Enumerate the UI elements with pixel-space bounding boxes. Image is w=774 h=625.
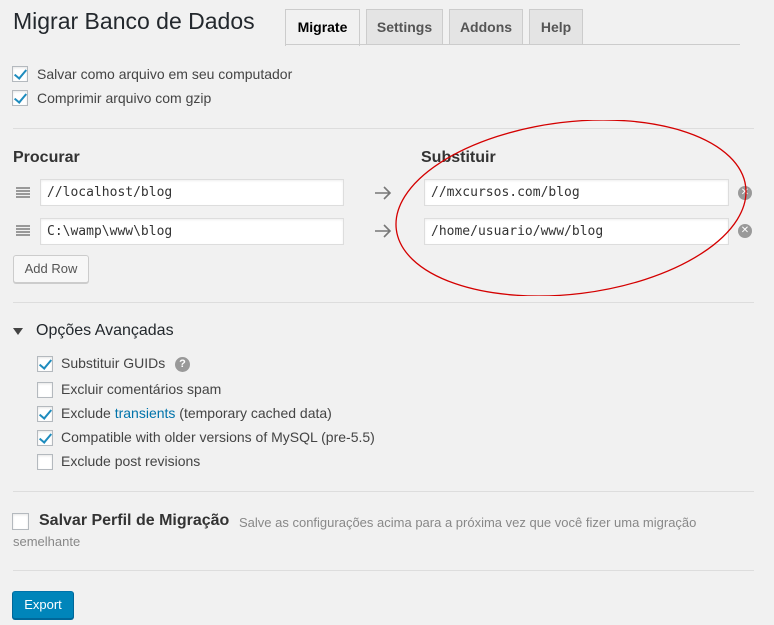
drag-handle-icon[interactable] [16, 187, 30, 198]
page-title: Migrar Banco de Dados [13, 8, 255, 34]
annotation-ellipse [395, 120, 747, 296]
export-button[interactable]: Export [12, 591, 74, 619]
collapse-triangle-icon[interactable] [13, 328, 23, 335]
divider [13, 491, 754, 492]
mysql-compat-checkbox[interactable] [37, 430, 53, 446]
drag-handle-icon[interactable] [16, 225, 30, 236]
find-input[interactable]: C:\wamp\www\blog [40, 218, 344, 245]
tab-addons[interactable]: Addons [449, 9, 523, 45]
save-profile-label[interactable]: Salvar Perfil de Migração [39, 512, 229, 530]
arrow-right-icon [375, 186, 392, 200]
gzip-label: Comprimir arquivo com gzip [37, 90, 212, 106]
tab-help[interactable]: Help [529, 9, 583, 45]
exclude-transients-label: Exclude transients (temporary cached dat… [61, 405, 332, 421]
exclude-spam-label: Excluir comentários spam [61, 381, 222, 397]
transients-link[interactable]: transients [115, 405, 176, 421]
exclude-spam-checkbox[interactable] [37, 382, 53, 398]
find-heading: Procurar [13, 149, 80, 166]
exclude-suffix: (temporary cached data) [175, 405, 332, 421]
tabs-divider [285, 44, 740, 45]
exclude-transients-checkbox[interactable] [37, 406, 53, 422]
exclude-prefix: Exclude [61, 405, 115, 421]
divider [13, 302, 754, 303]
advanced-options-heading[interactable]: Opções Avançadas [36, 322, 174, 340]
save-file-label: Salvar como arquivo em seu computador [37, 66, 293, 82]
help-icon[interactable]: ? [175, 357, 190, 372]
divider [13, 570, 754, 571]
replace-guids-label: Substituir GUIDs [61, 355, 166, 371]
replace-guids-checkbox[interactable] [37, 356, 53, 372]
exclude-revisions-checkbox[interactable] [37, 454, 53, 470]
gzip-checkbox[interactable] [12, 90, 28, 106]
find-input[interactable]: //localhost/blog [40, 179, 344, 206]
save-profile-description: Salve as configurações acima para a próx… [239, 515, 697, 530]
save-profile-checkbox[interactable] [12, 513, 29, 530]
add-row-button[interactable]: Add Row [13, 255, 89, 283]
arrow-right-icon [375, 224, 392, 238]
mysql-compat-label: Compatible with older versions of MySQL … [61, 429, 375, 445]
save-profile-description-cont: semelhante [13, 534, 81, 549]
tab-settings[interactable]: Settings [366, 9, 443, 45]
tab-migrate[interactable]: Migrate [285, 9, 360, 46]
exclude-revisions-label: Exclude post revisions [61, 453, 201, 469]
save-file-checkbox[interactable] [12, 66, 28, 82]
